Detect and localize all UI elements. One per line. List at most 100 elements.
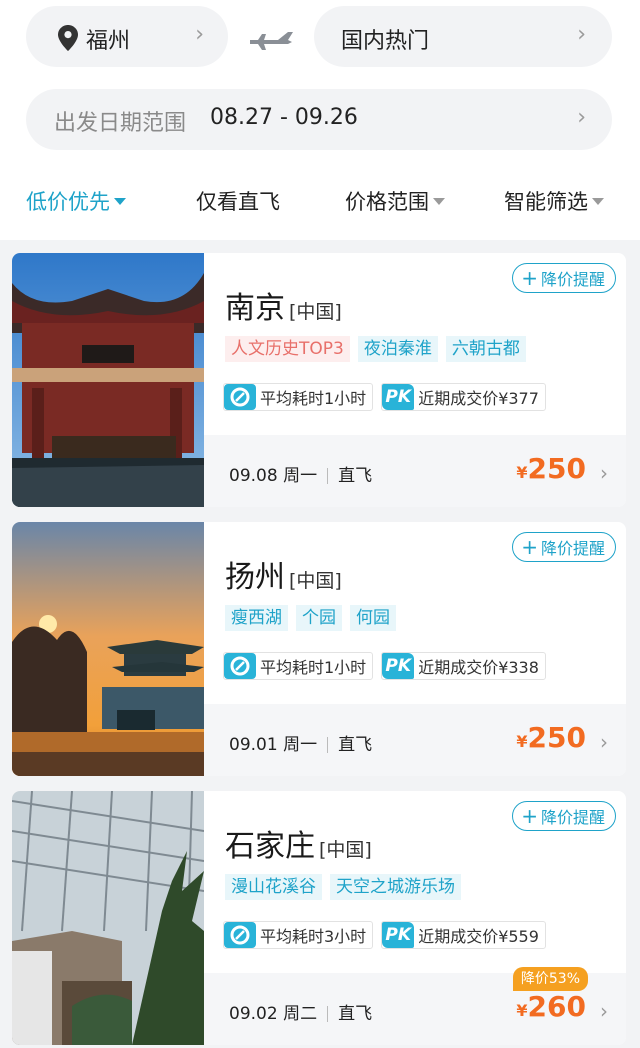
feature-tag: 六朝古都	[445, 336, 526, 362]
flight-date-line: 09.01 周一 直飞	[229, 730, 372, 755]
feature-tag: 瘦西湖	[225, 605, 288, 631]
price-alert-label: 降价提醒	[540, 539, 605, 558]
avg-time-text: 平均耗时3小时	[260, 927, 367, 946]
country-label: [中国]	[289, 570, 342, 592]
date-range-label: 出发日期范围	[54, 111, 187, 136]
city-name: 扬州 [中国]	[225, 552, 342, 596]
country-label: [中国]	[319, 839, 372, 861]
divider	[327, 468, 329, 484]
feature-tag: 夜泊秦淮	[357, 336, 438, 362]
price: ¥250	[516, 452, 586, 485]
currency-symbol: ¥	[516, 732, 528, 751]
clock-icon	[224, 922, 256, 948]
feature-tag: 个园	[296, 605, 342, 631]
recent-price-text: 近期成交价¥559	[418, 927, 539, 946]
info-badges: 平均耗时1小时 PK 近期成交价¥338	[223, 652, 546, 680]
destination-photo	[12, 253, 204, 507]
flight-type: 直飞	[338, 735, 373, 755]
flight-type: 直飞	[338, 1004, 373, 1024]
price-alert-button[interactable]: + 降价提醒	[512, 532, 616, 562]
destination-region: 国内热门	[341, 29, 430, 54]
price-value: 260	[527, 990, 586, 1023]
tag-list: 瘦西湖 个园 何园	[225, 605, 396, 631]
avg-time-badge: 平均耗时1小时	[223, 652, 374, 680]
price-value: 250	[527, 721, 586, 754]
destination-card[interactable]: + 降价提醒 石家庄 [中国] 漫山花溪谷 天空之城游乐场 平均耗时3小时 PK …	[12, 791, 626, 1045]
chevron-right-icon: ›	[600, 461, 608, 485]
chevron-right-icon: ›	[600, 730, 608, 754]
city-name: 石家庄 [中国]	[225, 821, 372, 865]
feature-tag: 天空之城游乐场	[330, 874, 461, 900]
dropdown-triangle-icon	[592, 197, 604, 205]
filter-price-range[interactable]: 价格范围	[345, 186, 445, 216]
chevron-right-icon: ›	[600, 999, 608, 1023]
currency-symbol: ¥	[516, 463, 528, 482]
city-name: 南京 [中国]	[225, 283, 342, 327]
recent-price-text: 近期成交价¥338	[418, 658, 539, 677]
destination-photo	[12, 791, 204, 1045]
price: ¥250	[516, 721, 586, 754]
city-title: 南京	[225, 291, 285, 326]
country-label: [中国]	[289, 301, 342, 323]
city-title: 石家庄	[225, 829, 315, 864]
airplane-icon	[250, 32, 293, 50]
plus-icon: +	[521, 804, 538, 828]
pk-icon: PK	[382, 922, 415, 948]
info-badges: 平均耗时1小时 PK 近期成交价¥377	[223, 383, 546, 411]
filter-label: 智能筛选	[504, 190, 588, 214]
filter-label: 仅看直飞	[196, 190, 280, 214]
destination-card[interactable]: + 降价提醒 南京 [中国] 人文历史TOP3 夜泊秦淮 六朝古都 平均耗时1小时…	[12, 253, 626, 507]
flight-date-line: 09.02 周二 直飞	[229, 999, 372, 1024]
chevron-right-icon: ›	[577, 22, 586, 47]
flight-date: 09.01 周一	[229, 735, 318, 755]
departure-city-selector[interactable]: 福州 ›	[26, 6, 228, 67]
filter-smart[interactable]: 智能筛选	[504, 186, 604, 216]
clock-icon	[224, 384, 256, 410]
flight-date-line: 09.08 周一 直飞	[229, 461, 372, 486]
destination-photo	[12, 522, 204, 776]
price-alert-label: 降价提醒	[540, 808, 605, 827]
pk-icon: PK	[382, 653, 415, 679]
location-pin-icon	[58, 25, 78, 51]
search-header: 福州 › 国内热门 › 出发日期范围 08.27 - 09.26 › 低价优先 …	[0, 0, 640, 240]
city-title: 扬州	[225, 560, 285, 595]
departure-city: 福州	[86, 29, 131, 54]
recent-price-text: 近期成交价¥377	[418, 389, 539, 408]
filter-bar: 低价优先 仅看直飞 价格范围 智能筛选	[0, 176, 640, 226]
recent-price-badge: PK 近期成交价¥338	[381, 652, 546, 680]
flight-date: 09.08 周一	[229, 466, 318, 486]
chevron-right-icon: ›	[195, 22, 204, 47]
avg-time-badge: 平均耗时1小时	[223, 383, 374, 411]
dropdown-triangle-icon	[433, 197, 445, 205]
price: ¥260	[516, 990, 586, 1023]
avg-time-text: 平均耗时1小时	[260, 658, 367, 677]
destination-card[interactable]: + 降价提醒 扬州 [中国] 瘦西湖 个园 何园 平均耗时1小时 PK 近期成交价…	[12, 522, 626, 776]
destination-selector[interactable]: 国内热门 ›	[314, 6, 612, 67]
date-range-selector[interactable]: 出发日期范围 08.27 - 09.26 ›	[26, 89, 612, 150]
currency-symbol: ¥	[516, 1001, 528, 1020]
flight-type: 直飞	[338, 466, 373, 486]
filter-direct-only[interactable]: 仅看直飞	[196, 186, 280, 216]
price-value: 250	[527, 452, 586, 485]
filter-label: 价格范围	[345, 190, 429, 214]
avg-time-text: 平均耗时1小时	[260, 389, 367, 408]
divider	[327, 737, 329, 753]
filter-label: 低价优先	[26, 190, 110, 214]
tag-list: 漫山花溪谷 天空之城游乐场	[225, 874, 461, 900]
feature-tag: 人文历史TOP3	[225, 336, 350, 362]
price-drop-badge: 降价53%	[512, 967, 588, 991]
price-alert-button[interactable]: + 降价提醒	[512, 263, 616, 293]
plus-icon: +	[521, 535, 538, 559]
tag-list: 人文历史TOP3 夜泊秦淮 六朝古都	[225, 336, 526, 362]
avg-time-badge: 平均耗时3小时	[223, 921, 374, 949]
filter-lowest-price[interactable]: 低价优先	[26, 186, 126, 216]
feature-tag: 漫山花溪谷	[225, 874, 322, 900]
date-range-value: 08.27 - 09.26	[210, 105, 358, 130]
feature-tag: 何园	[350, 605, 396, 631]
divider	[327, 1006, 329, 1022]
flight-date: 09.02 周二	[229, 1004, 318, 1024]
pk-icon: PK	[382, 384, 415, 410]
info-badges: 平均耗时3小时 PK 近期成交价¥559	[223, 921, 546, 949]
plus-icon: +	[521, 266, 538, 290]
price-alert-button[interactable]: + 降价提醒	[512, 801, 616, 831]
